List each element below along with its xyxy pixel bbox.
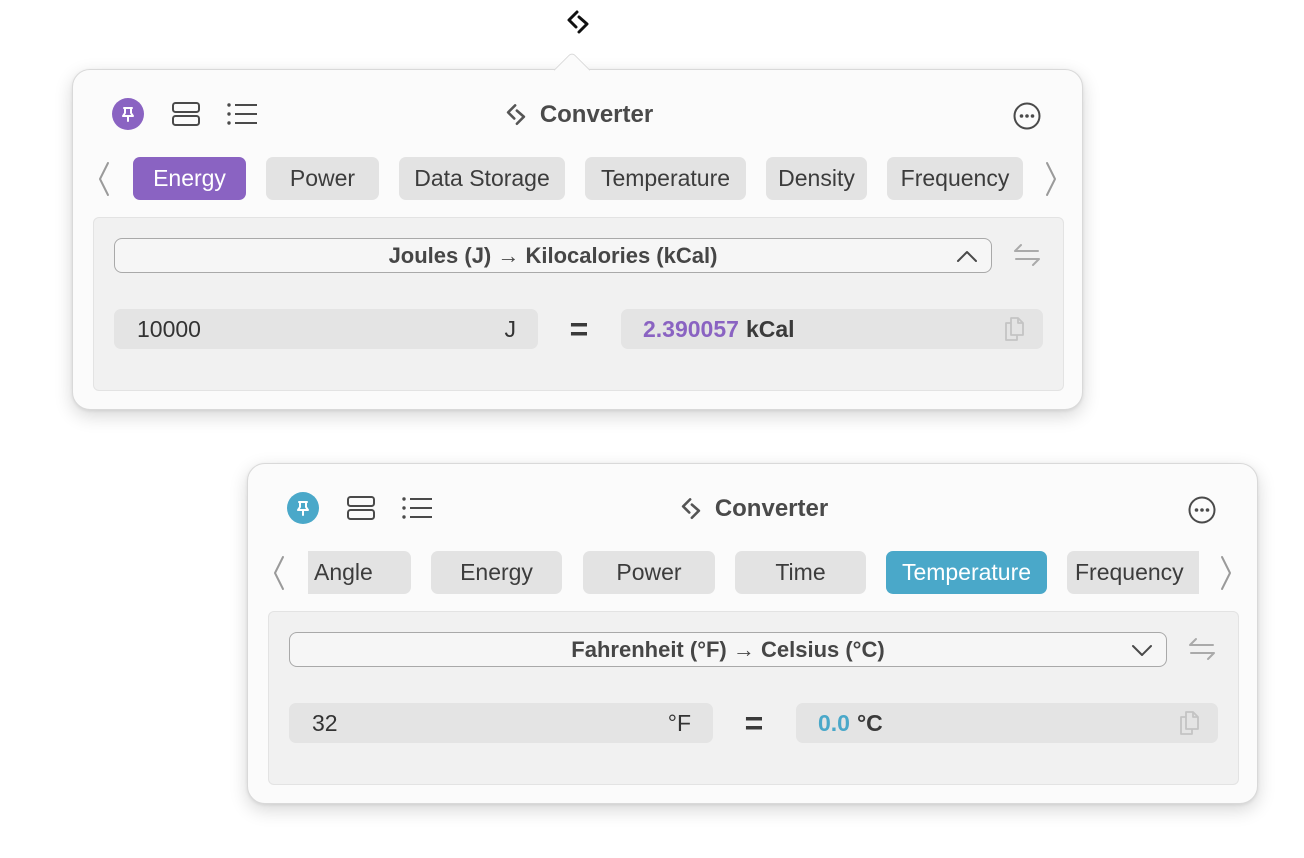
- input-value-field[interactable]: [137, 315, 437, 343]
- result-value: 0.0: [818, 709, 850, 736]
- tab-temperature[interactable]: Temperature: [886, 551, 1047, 594]
- copy-icon: [1180, 711, 1199, 735]
- panel-title: Converter: [248, 494, 1257, 524]
- ellipsis-circle-icon: [1013, 102, 1041, 130]
- tab-frequency[interactable]: Frequency: [887, 157, 1023, 200]
- panel-title-text: Converter: [539, 101, 654, 128]
- conversion-dropdown[interactable]: Fahrenheit (°F) → Celsius (°C): [289, 632, 1167, 667]
- panel-title: Converter: [73, 100, 1082, 130]
- copy-icon: [1005, 317, 1024, 341]
- menubar-converter-icon[interactable]: [562, 6, 594, 38]
- popover-caret: [553, 51, 591, 89]
- result-unit: kCal: [745, 315, 795, 342]
- scroll-right-button[interactable]: [1215, 550, 1237, 596]
- more-options-button[interactable]: [1010, 99, 1044, 133]
- copy-button[interactable]: [1001, 315, 1027, 343]
- converter-panel-temperature: Converter Angle Energy Power Time Temper…: [247, 463, 1258, 804]
- chevron-left-icon: [274, 556, 284, 590]
- copy-button[interactable]: [1176, 709, 1202, 737]
- swap-arrows-icon: [1014, 244, 1040, 266]
- scroll-left-button[interactable]: [268, 550, 290, 596]
- conversion-label: Joules (J) → Kilocalories (kCal): [388, 242, 718, 268]
- tab-energy[interactable]: Energy: [431, 551, 562, 594]
- conversion-label: Fahrenheit (°F) → Celsius (°C): [571, 636, 885, 662]
- converter-icon: [681, 498, 700, 520]
- more-options-button[interactable]: [1185, 493, 1219, 527]
- chevron-right-icon: [1046, 162, 1056, 196]
- conversion-area: Fahrenheit (°F) → Celsius (°C) °F = 0.0 …: [268, 611, 1239, 785]
- chevron-up-icon: [955, 245, 979, 267]
- tab-frequency[interactable]: Frequency: [1067, 551, 1199, 594]
- tab-time[interactable]: Time: [735, 551, 866, 594]
- scroll-right-button[interactable]: [1040, 156, 1062, 202]
- equals-sign: =: [569, 310, 589, 347]
- panel-title-text: Converter: [714, 495, 829, 522]
- swap-units-button[interactable]: [1010, 237, 1044, 273]
- result-field: 2.390057 kCal: [621, 309, 1043, 349]
- ellipsis-circle-icon: [1188, 496, 1216, 524]
- category-tabs: Energy Power Data Storage Temperature De…: [93, 156, 1062, 202]
- chevron-right-icon: [1221, 556, 1231, 590]
- result-value: 2.390057: [643, 315, 739, 342]
- conversion-dropdown[interactable]: Joules (J) → Kilocalories (kCal): [114, 238, 992, 273]
- input-unit: J: [504, 315, 517, 342]
- tab-density[interactable]: Density: [766, 157, 867, 200]
- tab-temperature[interactable]: Temperature: [585, 157, 746, 200]
- category-tabs: Angle Energy Power Time Temperature Freq…: [268, 550, 1237, 596]
- swap-units-button[interactable]: [1185, 631, 1219, 667]
- chevron-left-icon: [99, 162, 109, 196]
- equals-sign: =: [744, 704, 764, 741]
- input-unit: °F: [667, 709, 691, 736]
- conversion-area: Joules (J) → Kilocalories (kCal) J = 2.3…: [93, 217, 1064, 391]
- tab-energy[interactable]: Energy: [133, 157, 246, 200]
- converter-panel-energy: Converter Energy Power Data Storage Temp…: [72, 51, 1083, 410]
- tab-angle[interactable]: Angle: [308, 551, 411, 594]
- chevron-down-icon: [1130, 639, 1154, 661]
- tab-power[interactable]: Power: [583, 551, 715, 594]
- tab-data-storage[interactable]: Data Storage: [399, 157, 565, 200]
- input-field-box[interactable]: J: [114, 309, 538, 349]
- tab-power[interactable]: Power: [266, 157, 379, 200]
- result-unit: °C: [856, 709, 883, 736]
- input-value-field[interactable]: [312, 709, 612, 737]
- result-field: 0.0 °C: [796, 703, 1218, 743]
- swap-arrows-icon: [1189, 638, 1215, 660]
- scroll-left-button[interactable]: [93, 156, 115, 202]
- input-field-box[interactable]: °F: [289, 703, 713, 743]
- converter-icon: [506, 104, 525, 126]
